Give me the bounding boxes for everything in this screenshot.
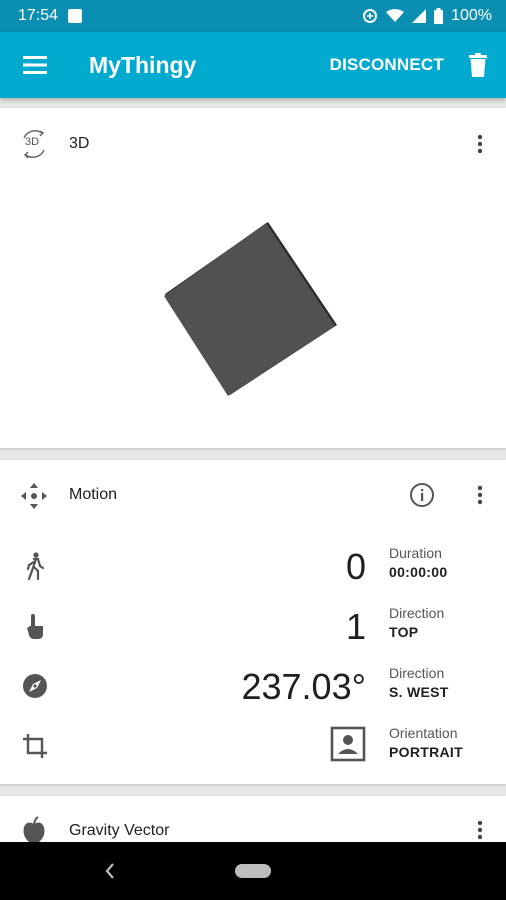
duration-label: Duration xyxy=(389,545,442,561)
portrait-icon xyxy=(330,726,366,762)
navigation-bar xyxy=(0,842,506,900)
notification-icon xyxy=(68,9,83,23)
disconnect-button[interactable]: DISCONNECT xyxy=(320,32,454,98)
tap-direction-label: Direction xyxy=(389,605,445,621)
signal-icon xyxy=(412,9,427,23)
3d-icon-text: 3D xyxy=(25,136,40,148)
card-motion-title: Motion xyxy=(69,486,118,503)
data-saver-icon xyxy=(363,9,378,23)
home-button[interactable] xyxy=(235,864,271,878)
card-motion-header: Motion xyxy=(0,460,506,530)
card-gravity-title: Gravity Vector xyxy=(69,822,170,839)
orientation-label: Orientation xyxy=(389,725,458,741)
status-bar: 17:54 100% xyxy=(0,0,506,32)
more-vert-icon xyxy=(477,485,483,505)
orientation-row: Orientation PORTRAIT xyxy=(0,718,506,776)
compass-icon xyxy=(19,670,51,702)
card-motion-overflow-button[interactable] xyxy=(464,475,496,515)
step-count-value: 0 xyxy=(345,546,366,587)
3d-rotation-icon: 3D xyxy=(18,128,50,160)
app-title: MyThingy xyxy=(89,51,197,78)
motion-info-button[interactable] xyxy=(402,475,442,515)
trash-icon xyxy=(469,53,487,77)
status-left: 17:54 xyxy=(18,7,83,25)
walk-icon xyxy=(19,550,51,582)
hamburger-menu-icon xyxy=(23,56,47,74)
3d-model-view[interactable] xyxy=(0,180,506,448)
move-arrows-icon xyxy=(18,480,50,512)
more-vert-icon xyxy=(477,820,483,840)
card-3d-overflow-button[interactable] xyxy=(464,124,496,164)
card-3d: 3D 3D xyxy=(0,108,506,448)
tap-icon xyxy=(19,610,51,642)
battery-icon xyxy=(434,8,444,24)
tap-row: 1 Direction TOP xyxy=(0,598,506,656)
status-time: 17:54 xyxy=(18,7,59,24)
battery-percent: 100% xyxy=(451,7,492,24)
status-right: 100% xyxy=(362,7,492,25)
tap-direction-value: TOP xyxy=(389,624,419,640)
card-motion: Motion 0 Duration 00:00:00 1 Direction T… xyxy=(0,460,506,784)
back-icon[interactable] xyxy=(100,860,120,882)
heading-direction-label: Direction xyxy=(389,665,445,681)
info-icon xyxy=(410,483,434,507)
step-counter-row: 0 Duration 00:00:00 xyxy=(0,538,506,596)
heading-row: 237.03° Direction S. WEST xyxy=(0,658,506,716)
card-3d-title: 3D xyxy=(69,135,90,152)
orientation-value: PORTRAIT xyxy=(389,744,463,760)
heading-direction-value: S. WEST xyxy=(389,684,449,700)
crop-rotate-icon xyxy=(19,730,51,762)
duration-value: 00:00:00 xyxy=(389,564,448,580)
card-3d-header: 3D 3D xyxy=(0,108,506,180)
app-bar: MyThingy DISCONNECT xyxy=(0,32,506,98)
heading-value: 237.03° xyxy=(241,666,366,707)
delete-button[interactable] xyxy=(454,32,502,98)
menu-button[interactable] xyxy=(0,32,70,98)
tap-count-value: 1 xyxy=(345,606,366,647)
more-vert-icon xyxy=(477,134,483,154)
wifi-icon xyxy=(386,9,405,22)
